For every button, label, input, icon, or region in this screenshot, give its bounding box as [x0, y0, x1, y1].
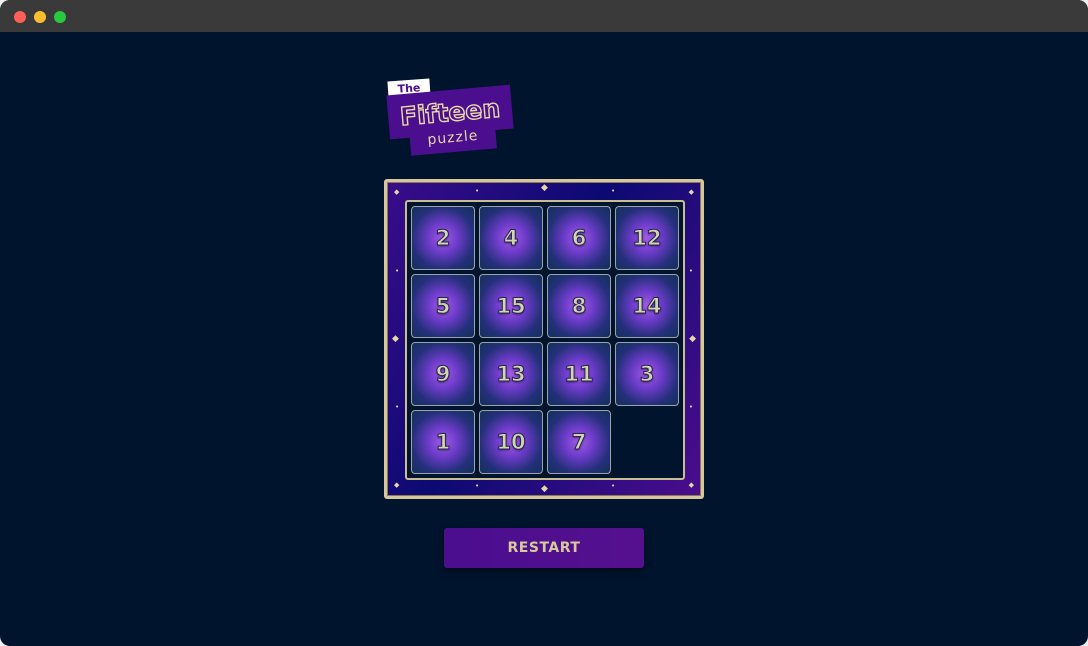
edge-ornament: ◆	[689, 334, 696, 344]
tile-grid: 2 4 6 12 5 15 8 14 9 13 11 3 1 10 7	[405, 200, 685, 480]
puzzle-tile[interactable]: 2	[411, 206, 475, 270]
puzzle-tile[interactable]: 15	[479, 274, 543, 338]
puzzle-tile[interactable]: 9	[411, 342, 475, 406]
edge-dot: •	[475, 187, 480, 195]
puzzle-tile[interactable]: 11	[547, 342, 611, 406]
tile-number: 10	[496, 430, 526, 455]
tile-number: 11	[564, 362, 594, 387]
tile-number: 9	[435, 362, 451, 387]
puzzle-tile[interactable]: 14	[615, 274, 679, 338]
edge-dot: •	[611, 482, 616, 490]
edge-dot: •	[475, 482, 480, 490]
tile-number: 4	[503, 226, 519, 251]
game-logo: The Fifteen puzzle	[384, 78, 518, 160]
app-window: The Fifteen puzzle ◆ ◆ ◆ ◆ ◆ ◆ ◆ ◆ • • •…	[0, 0, 1088, 646]
edge-ornament: ◆	[541, 484, 548, 494]
edge-dot: •	[611, 187, 616, 195]
tile-number: 3	[639, 362, 655, 387]
edge-dot: •	[688, 403, 693, 411]
tile-number: 8	[571, 294, 587, 319]
restart-button[interactable]: RESTART	[444, 528, 644, 568]
tile-number: 14	[632, 294, 662, 319]
edge-dot: •	[395, 267, 400, 275]
edge-dot: •	[688, 267, 693, 275]
minimize-window-button[interactable]	[34, 11, 46, 23]
tile-number: 6	[571, 226, 587, 251]
zoom-window-button[interactable]	[54, 11, 66, 23]
puzzle-tile[interactable]: 7	[547, 410, 611, 474]
tile-number: 13	[496, 362, 526, 387]
corner-ornament: ◆	[688, 481, 694, 489]
corner-ornament: ◆	[688, 188, 694, 196]
puzzle-tile[interactable]: 4	[479, 206, 543, 270]
corner-ornament: ◆	[394, 188, 400, 196]
tile-number: 2	[435, 226, 451, 251]
puzzle-tile[interactable]: 10	[479, 410, 543, 474]
puzzle-tile[interactable]: 5	[411, 274, 475, 338]
puzzle-tile[interactable]: 12	[615, 206, 679, 270]
corner-ornament: ◆	[394, 481, 400, 489]
tile-number: 15	[496, 294, 526, 319]
tile-number: 1	[435, 430, 451, 455]
tile-number: 7	[571, 430, 587, 455]
puzzle-tile[interactable]: 3	[615, 342, 679, 406]
edge-ornament: ◆	[541, 183, 548, 193]
puzzle-tile[interactable]: 6	[547, 206, 611, 270]
tile-number: 5	[435, 294, 451, 319]
close-window-button[interactable]	[14, 11, 26, 23]
edge-ornament: ◆	[392, 334, 399, 344]
puzzle-tile[interactable]: 8	[547, 274, 611, 338]
puzzle-board: ◆ ◆ ◆ ◆ ◆ ◆ ◆ ◆ • • • • • • • • 2 4 6 12…	[384, 179, 704, 499]
puzzle-tile[interactable]: 1	[411, 410, 475, 474]
puzzle-tile[interactable]: 13	[479, 342, 543, 406]
title-bar	[0, 0, 1088, 32]
tile-number: 12	[632, 226, 662, 251]
edge-dot: •	[395, 403, 400, 411]
